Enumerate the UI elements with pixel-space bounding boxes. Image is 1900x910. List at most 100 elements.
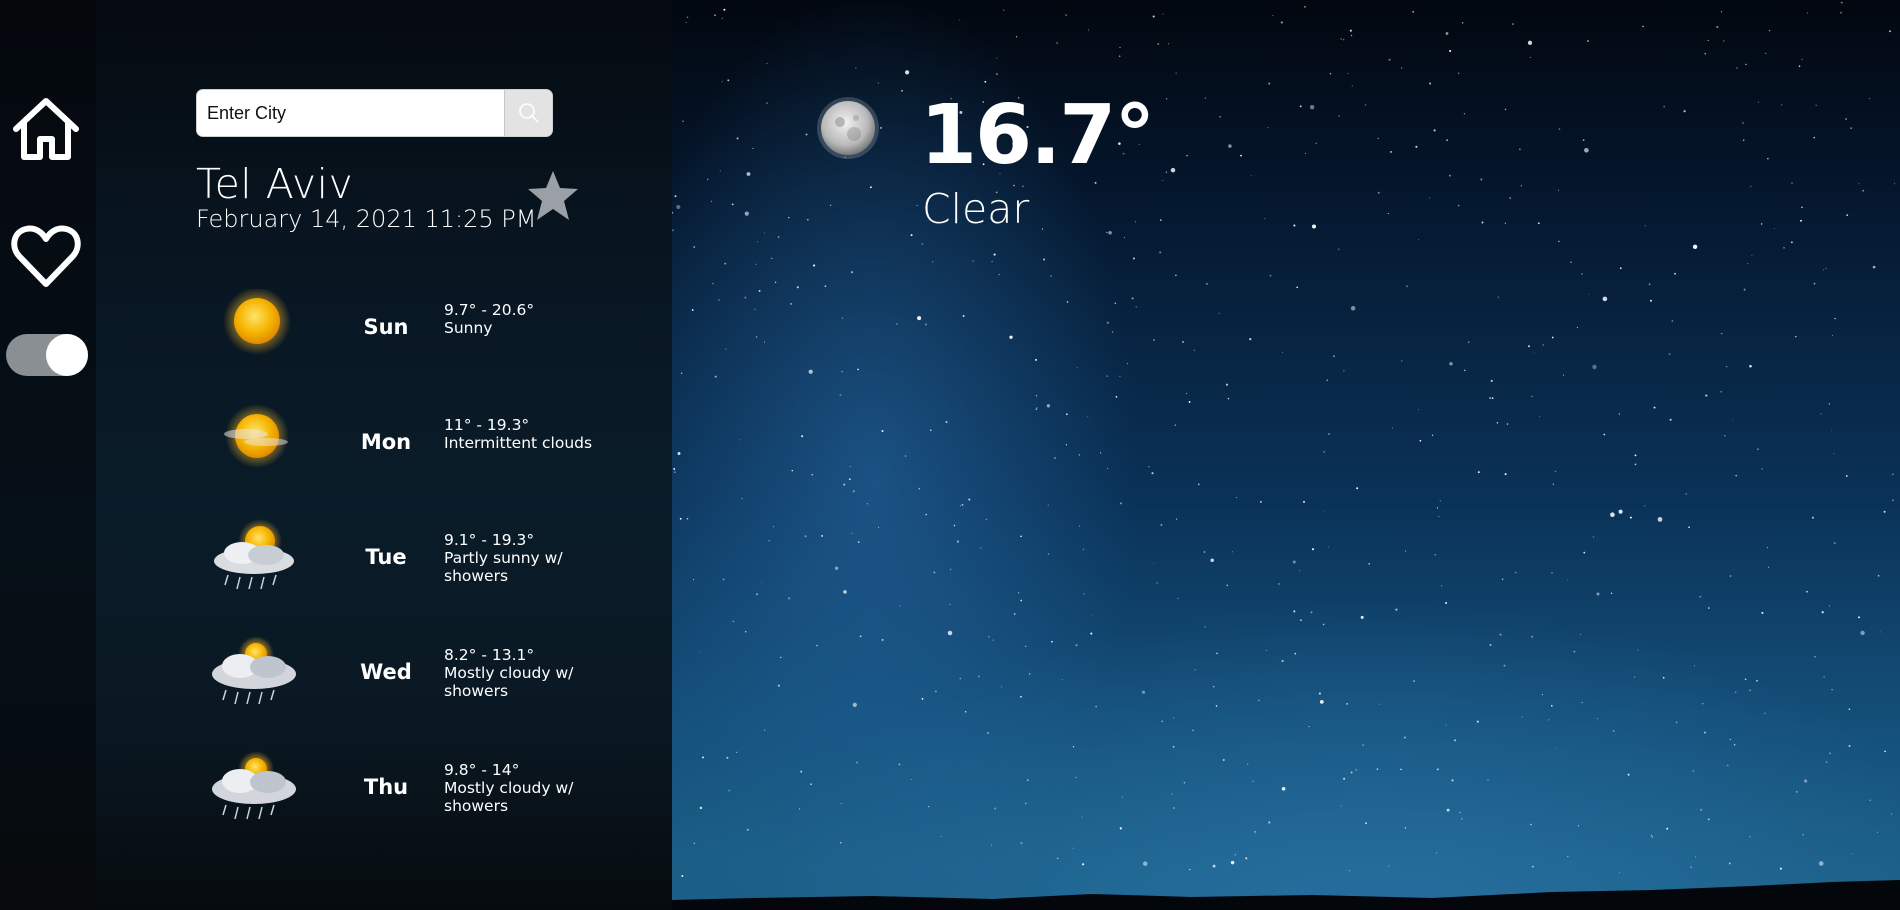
star	[1230, 860, 1235, 865]
star	[1343, 370, 1345, 372]
star	[1449, 49, 1452, 53]
star	[1020, 599, 1023, 602]
star	[1172, 745, 1175, 748]
star	[1387, 212, 1389, 215]
star	[910, 234, 913, 237]
star	[1204, 626, 1206, 628]
star	[1025, 645, 1027, 648]
star	[1675, 721, 1678, 724]
star	[1558, 240, 1560, 243]
star	[1580, 633, 1581, 635]
star	[1247, 763, 1249, 765]
star	[1650, 834, 1652, 836]
star	[1106, 231, 1108, 234]
star	[1649, 299, 1653, 302]
star	[962, 315, 965, 317]
star	[1751, 254, 1753, 256]
forecast-detail: 11° - 19.3° Intermittent clouds	[444, 416, 604, 452]
star	[1757, 448, 1759, 450]
star	[1823, 675, 1825, 678]
home-icon[interactable]	[10, 93, 82, 165]
current-condition: Clear	[922, 185, 1030, 233]
favorite-star-icon[interactable]	[525, 168, 581, 224]
star	[1795, 791, 1798, 793]
search-input[interactable]	[197, 90, 505, 136]
star	[1534, 352, 1536, 354]
star	[932, 261, 934, 263]
star	[741, 498, 743, 500]
star	[921, 698, 924, 700]
star	[723, 8, 726, 11]
star	[1489, 643, 1492, 646]
heart-icon[interactable]	[10, 220, 82, 292]
search-button[interactable]	[504, 90, 552, 136]
star	[745, 631, 747, 633]
star	[1131, 297, 1134, 300]
forecast-detail: 9.8° - 14° Mostly cloudy w/ showers	[444, 761, 604, 815]
star	[921, 243, 924, 245]
star	[1432, 434, 1434, 436]
star	[994, 807, 997, 810]
star	[711, 200, 712, 202]
star	[1072, 847, 1074, 849]
star	[972, 260, 974, 262]
star	[1566, 579, 1568, 581]
star	[1141, 690, 1146, 694]
star	[1268, 821, 1271, 824]
star	[857, 368, 859, 371]
star	[714, 375, 717, 378]
star	[800, 770, 803, 773]
star	[1254, 830, 1257, 833]
star	[1795, 335, 1797, 338]
star	[1343, 777, 1346, 780]
star	[1278, 583, 1280, 585]
star	[1175, 274, 1177, 277]
star	[1642, 25, 1644, 28]
star	[746, 172, 751, 176]
star	[674, 195, 677, 198]
star	[1749, 364, 1752, 368]
star	[1258, 699, 1260, 702]
star	[1581, 273, 1583, 275]
star	[1891, 499, 1895, 502]
star	[1160, 219, 1162, 221]
star	[1548, 719, 1550, 721]
star	[804, 535, 807, 538]
theme-toggle[interactable]	[6, 334, 88, 376]
star	[1400, 67, 1403, 69]
star	[1756, 680, 1758, 682]
star	[1075, 776, 1077, 779]
star	[934, 690, 937, 693]
hazy-sun-icon	[224, 404, 289, 468]
star	[1378, 703, 1381, 705]
star	[1065, 14, 1067, 16]
star	[1152, 15, 1155, 18]
star	[1610, 592, 1613, 595]
star	[1020, 535, 1022, 538]
star	[1234, 854, 1237, 856]
star	[1554, 470, 1557, 473]
star	[1174, 424, 1177, 426]
star	[1299, 105, 1302, 108]
star	[1551, 336, 1554, 339]
star	[1749, 689, 1751, 691]
star	[953, 524, 956, 527]
star	[1592, 364, 1597, 370]
star	[1446, 139, 1448, 141]
star	[1405, 550, 1407, 552]
star	[1685, 493, 1687, 495]
star	[956, 540, 959, 543]
star	[1173, 717, 1175, 719]
star	[1034, 358, 1038, 361]
toggle-knob	[46, 334, 88, 376]
star	[788, 216, 790, 219]
star	[1322, 623, 1325, 626]
star	[991, 844, 993, 846]
star	[1834, 317, 1836, 320]
star	[1309, 104, 1315, 110]
star	[1303, 500, 1305, 503]
star	[1087, 416, 1089, 418]
star	[796, 286, 799, 289]
star	[1749, 836, 1751, 838]
star	[1459, 811, 1461, 814]
